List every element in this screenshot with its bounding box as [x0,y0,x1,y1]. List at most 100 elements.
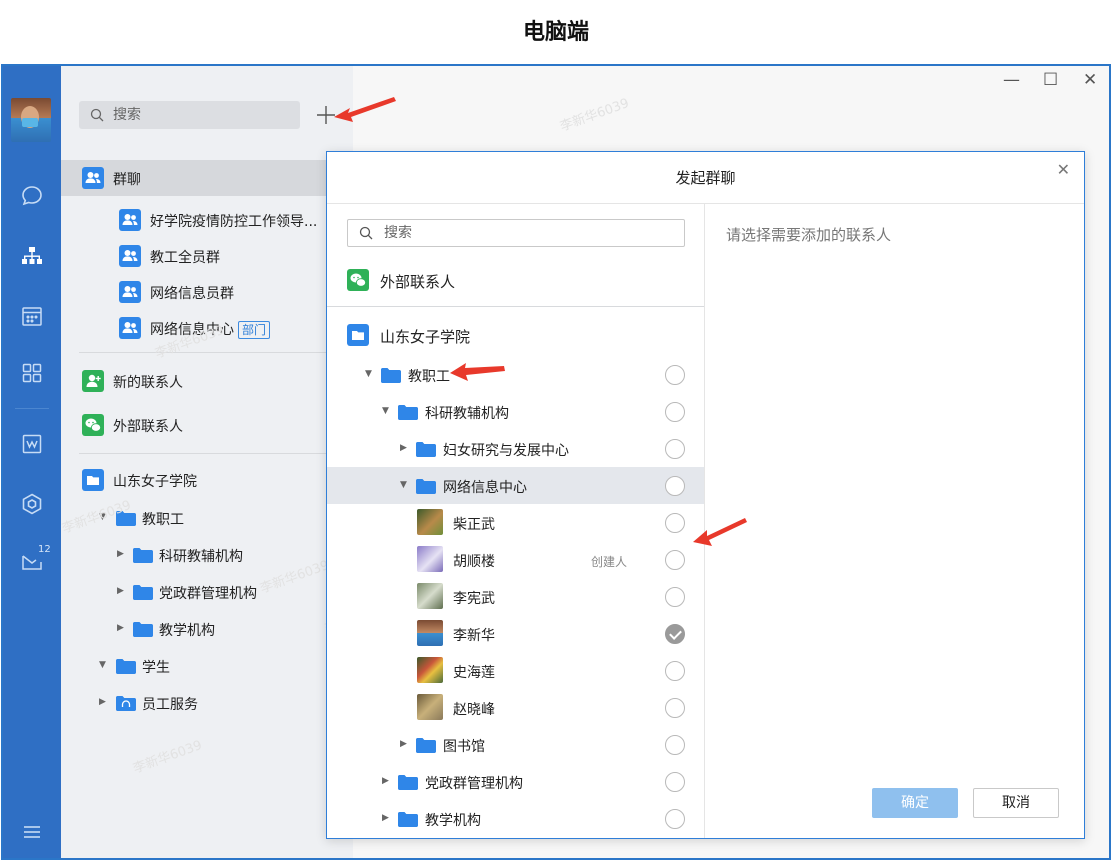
group-chat-icon [82,167,104,189]
group-chat-item[interactable]: 好学院疫情防控工作领导... [61,202,353,238]
folder-icon [398,405,418,420]
caret-right-icon[interactable]: ▶ [382,776,389,786]
tree-label: 员工服务 [142,697,198,713]
org-root[interactable]: 山东女子学院 [61,462,353,498]
caret-right-icon[interactable]: ▶ [117,623,124,633]
tree-item[interactable]: ▶ 员工服务 [61,685,353,721]
contact-name: 赵晓峰 [453,702,495,718]
select-radio[interactable] [665,587,685,607]
caret-down-icon[interactable]: ▼ [99,512,106,522]
tree-label: 党政群管理机构 [159,586,257,602]
tree-item-selected[interactable]: ▼ 网络信息中心 [327,467,704,504]
group-chat-item[interactable]: 网络信息中心 部门 [61,310,353,346]
dialog-org-root[interactable]: 山东女子学院 [327,316,704,353]
caret-right-icon[interactable]: ▶ [400,443,407,453]
select-radio[interactable] [665,772,685,792]
drive-icon[interactable] [20,492,44,516]
contact-row[interactable]: 史海莲 [327,652,704,689]
dialog-search-input[interactable]: 搜索 [347,219,685,247]
close-button[interactable]: ✕ [1083,70,1097,90]
docs-icon[interactable] [20,432,44,456]
page-caption: 电脑端 [522,19,589,45]
select-radio[interactable] [665,809,685,829]
select-radio-checked[interactable] [665,624,685,644]
caret-right-icon[interactable]: ▶ [99,697,106,707]
tree-item[interactable]: ▶ 科研教辅机构 [61,537,353,573]
caret-right-icon[interactable]: ▶ [117,586,124,596]
calendar-icon[interactable] [20,304,44,328]
search-input[interactable]: 搜索 [79,101,300,129]
tree-item[interactable]: ▼ 科研教辅机构 [327,393,704,430]
select-radio[interactable] [665,402,685,422]
dialog-external-contacts[interactable]: 外部联系人 [327,261,704,298]
tree-item[interactable]: ▶ 教学机构 [327,800,704,837]
avatar [417,509,443,535]
minimize-button[interactable]: — [1003,70,1020,90]
add-button[interactable] [313,102,339,128]
confirm-button[interactable]: 确定 [872,788,958,818]
dialog-close-button[interactable]: ✕ [1057,160,1070,179]
tree-item[interactable]: ▼ 教职工 [327,356,704,393]
sidebar-item-new-contacts[interactable]: 新的联系人 [61,363,353,399]
cancel-button[interactable]: 取消 [973,788,1059,818]
org-name: 山东女子学院 [113,474,197,490]
caret-down-icon[interactable]: ▼ [400,480,407,490]
divider [79,352,353,353]
sidebar-item-external-contacts[interactable]: 外部联系人 [61,407,353,443]
maximize-button[interactable]: ☐ [1043,70,1058,90]
caret-down-icon[interactable]: ▼ [99,660,106,670]
group-chat-name: 网络信息员群 [150,286,234,302]
chat-icon[interactable] [20,184,44,208]
contact-name: 李新华 [453,628,495,644]
contacts-panel: 搜索 群聊 好学院疫情防控工作领导... 教工全员群 网络信息员群 网络信息中心… [61,66,353,858]
select-radio[interactable] [665,661,685,681]
caret-down-icon[interactable]: ▼ [365,369,372,379]
caret-down-icon[interactable]: ▼ [382,406,389,416]
select-radio[interactable] [665,439,685,459]
contact-row[interactable]: 赵晓峰 [327,689,704,726]
selected-contacts-pane: 请选择需要添加的联系人 确定 取消 [705,204,1084,838]
select-radio[interactable] [665,365,685,385]
tree-item[interactable]: ▶ 党政群管理机构 [327,763,704,800]
group-chat-item[interactable]: 教工全员群 [61,238,353,274]
tree-item[interactable]: ▼ 教职工 [61,500,353,536]
select-radio[interactable] [665,550,685,570]
caret-right-icon[interactable]: ▶ [117,549,124,559]
contact-row[interactable]: 李宪武 [327,578,704,615]
avatar[interactable] [11,98,51,142]
contact-row[interactable]: 柴正武 [327,504,704,541]
caret-right-icon[interactable]: ▶ [400,739,407,749]
start-group-chat-dialog: 发起群聊 ✕ 搜索 外部联系人 山东女子学院 ▼ 教职工 ▼ 科研教辅机构 ▶ … [326,151,1085,839]
select-radio[interactable] [665,735,685,755]
select-radio[interactable] [665,513,685,533]
tree-item[interactable]: ▶ 图书馆 [327,726,704,763]
folder-icon [398,775,418,790]
avatar [417,620,443,646]
search-placeholder: 搜索 [113,107,141,123]
folder-icon [133,585,153,600]
folder-icon [416,479,436,494]
tree-label: 网络信息中心 [443,480,527,496]
select-radio[interactable] [665,476,685,496]
folder-icon [116,659,136,674]
menu-icon[interactable] [20,820,44,844]
contact-row[interactable]: 胡顺楼 创建人 [327,541,704,578]
tree-label: 图书馆 [443,739,485,755]
tree-item[interactable]: ▶ 教学机构 [61,611,353,647]
sidebar-item-group-chat[interactable]: 群聊 [61,160,353,196]
contacts-org-icon[interactable] [20,244,44,268]
tree-item[interactable]: ▶ 妇女研究与发展中心 [327,430,704,467]
apps-grid-icon[interactable] [20,361,44,385]
tree-label: 妇女研究与发展中心 [443,443,569,459]
select-radio[interactable] [665,698,685,718]
group-chat-icon [119,281,141,303]
tree-item[interactable]: ▶ 党政群管理机构 [61,574,353,610]
mail-badge: 12 [38,544,51,555]
caret-right-icon[interactable]: ▶ [382,813,389,823]
contact-row[interactable]: 李新华 [327,615,704,652]
folder-icon [381,368,401,383]
group-chat-icon [119,245,141,267]
group-chat-item[interactable]: 网络信息员群 [61,274,353,310]
tree-label: 科研教辅机构 [425,406,509,422]
tree-item[interactable]: ▼ 学生 [61,648,353,684]
